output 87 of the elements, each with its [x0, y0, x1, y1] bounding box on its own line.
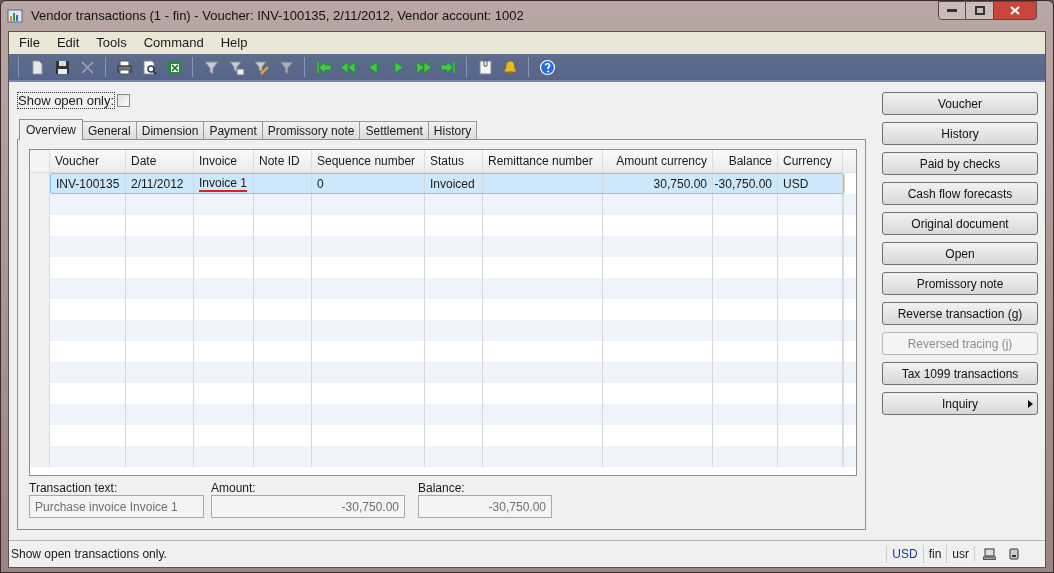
- tab[interactable]: General: [82, 121, 137, 139]
- row-header[interactable]: [30, 173, 50, 194]
- minimize-button[interactable]: [938, 1, 966, 20]
- print-icon[interactable]: [115, 58, 133, 76]
- action-button[interactable]: Original document: [882, 212, 1038, 235]
- tab[interactable]: Payment: [203, 121, 263, 139]
- field-label: Amount:: [211, 481, 257, 495]
- table-row[interactable]: [30, 320, 856, 341]
- help-icon[interactable]: [538, 58, 556, 76]
- table-row[interactable]: [30, 194, 856, 215]
- tab[interactable]: Promissory note: [261, 121, 361, 139]
- field-label: Balance:: [418, 481, 466, 495]
- tab[interactable]: History: [427, 121, 478, 139]
- menu-item[interactable]: Help: [220, 33, 248, 53]
- table-cell: Invoice 1: [194, 174, 254, 193]
- print-preview-icon[interactable]: [140, 58, 158, 76]
- field-label: Transaction text:: [29, 481, 119, 495]
- status-layer: usr: [946, 545, 974, 563]
- column-header[interactable]: Sequence number: [312, 150, 425, 172]
- column-header[interactable]: Status: [425, 150, 483, 172]
- menu-item[interactable]: Edit: [56, 33, 80, 53]
- action-button[interactable]: Paid by checks: [882, 152, 1038, 175]
- minimize-icon: [947, 8, 957, 13]
- column-header[interactable]: Voucher: [50, 150, 126, 172]
- status-company: fin: [922, 545, 947, 563]
- computer-icon: [983, 548, 996, 560]
- column-header[interactable]: Balance: [713, 150, 778, 172]
- app-icon: [7, 8, 23, 24]
- maximize-icon: [974, 6, 985, 15]
- save-icon[interactable]: [53, 58, 71, 76]
- action-button[interactable]: Reverse transaction (g): [882, 302, 1038, 325]
- database-icon: [1009, 548, 1019, 560]
- show-open-only-checkbox[interactable]: [117, 93, 131, 107]
- action-button[interactable]: Cash flow forecasts: [882, 182, 1038, 205]
- status-text: Show open transactions only.: [11, 546, 167, 563]
- table-cell: 0: [312, 174, 425, 193]
- column-header[interactable]: Date: [126, 150, 194, 172]
- delete-icon[interactable]: [78, 58, 96, 76]
- column-header[interactable]: Amount currency: [603, 150, 713, 172]
- clear-filter-icon[interactable]: [277, 58, 295, 76]
- maximize-button[interactable]: [966, 1, 993, 20]
- action-button[interactable]: Tax 1099 transactions: [882, 362, 1038, 385]
- previous-page-icon[interactable]: [339, 58, 357, 76]
- alert-bell-icon[interactable]: [501, 58, 519, 76]
- table-row[interactable]: [30, 404, 856, 425]
- table-cell: -30,750.00: [713, 174, 778, 193]
- read-only-field[interactable]: Purchase invoice Invoice 1: [29, 495, 204, 518]
- action-button[interactable]: History: [882, 122, 1038, 145]
- table-row[interactable]: [30, 362, 856, 383]
- table-cell: INV-100135: [51, 174, 126, 193]
- tab[interactable]: Dimension: [135, 121, 205, 139]
- table-cell: Invoiced: [425, 174, 483, 193]
- menu-item[interactable]: Command: [143, 33, 204, 53]
- row-header[interactable]: [30, 446, 50, 467]
- column-header[interactable]: Note ID: [254, 150, 312, 172]
- document-clip-icon[interactable]: [476, 58, 494, 76]
- action-button[interactable]: Open: [882, 242, 1038, 265]
- filter-grid-icon[interactable]: [227, 58, 245, 76]
- tab[interactable]: Overview: [19, 119, 83, 140]
- action-button[interactable]: Voucher: [882, 92, 1038, 115]
- tab[interactable]: Settlement: [359, 121, 429, 139]
- submenu-arrow-icon: [1028, 400, 1033, 408]
- column-header[interactable]: Invoice: [194, 150, 254, 172]
- filter-icon[interactable]: [202, 58, 220, 76]
- menu-item[interactable]: File: [19, 33, 40, 53]
- table-row[interactable]: [30, 446, 856, 467]
- show-open-only-label: Show open only:: [17, 91, 116, 109]
- table-cell: USD: [778, 174, 843, 193]
- window-title: Vendor transactions (1 - fin) - Voucher: INV-100135, 2/11/2012, Vendor account: 1002: [31, 7, 524, 26]
- read-only-field[interactable]: -30,750.00: [211, 495, 405, 518]
- action-button[interactable]: Inquiry: [882, 392, 1038, 415]
- column-header[interactable]: Remittance number: [483, 150, 603, 172]
- table-cell: 2/11/2012: [126, 174, 194, 193]
- filter-edit-icon[interactable]: [252, 58, 270, 76]
- table-row[interactable]: INV-100135 2/11/2012 Invoice 1 0 Invoiced 30,750.00 -30,750.00 USD: [50, 173, 844, 194]
- menu-item[interactable]: Tools: [96, 33, 127, 53]
- read-only-field[interactable]: -30,750.00: [418, 495, 552, 518]
- action-button[interactable]: Promissory note: [882, 272, 1038, 295]
- spreadsheet-icon[interactable]: [165, 58, 183, 76]
- close-button[interactable]: [993, 1, 1037, 20]
- next-page-icon[interactable]: [414, 58, 432, 76]
- status-currency: USD: [886, 545, 923, 563]
- table-row[interactable]: [30, 236, 856, 257]
- column-header[interactable]: Currency: [778, 150, 843, 172]
- table-cell: 30,750.00: [603, 174, 713, 193]
- table-row[interactable]: [30, 278, 856, 299]
- close-icon: [1010, 6, 1020, 15]
